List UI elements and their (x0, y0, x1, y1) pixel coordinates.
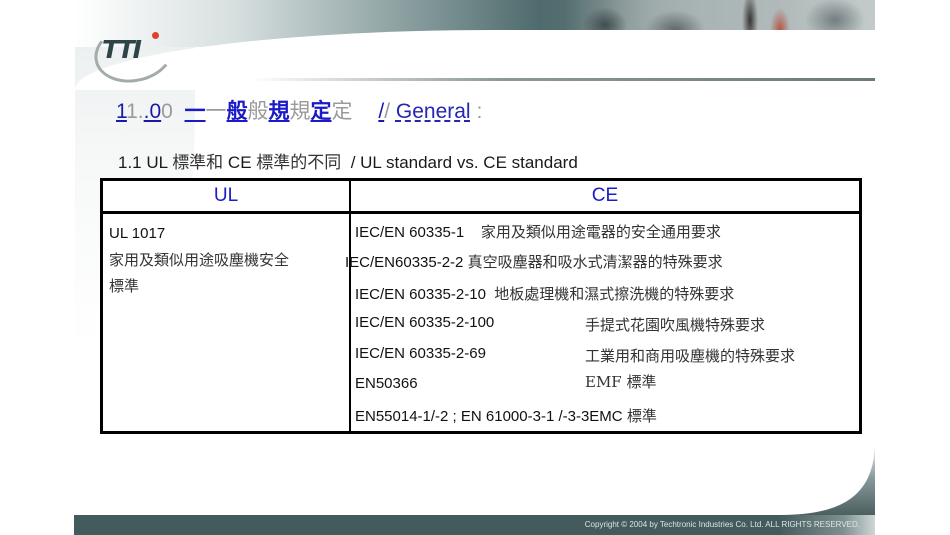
title-char-ghost: 規 (289, 99, 311, 123)
ce-desc: 工業用和商用吸塵機的特殊要求 (585, 347, 796, 365)
standards-table: UL CE UL 1017 家用及類似用途吸塵機安全 標準 IEC/EN 603… (100, 178, 862, 434)
ce-code: EN50366 (355, 375, 418, 392)
title-char: 一 (184, 98, 206, 123)
ce-row: IEC/EN 60335-1 家用及類似用途電器的安全通用要求 (355, 221, 721, 242)
title-number-2-ghost: 0 (161, 100, 173, 123)
ce-desc: 標準 (626, 407, 657, 425)
title-char-ghost: 定 (331, 99, 353, 123)
title-english: General (395, 100, 471, 123)
ce-desc: 手提式花園吹風機特殊要求 (585, 316, 766, 334)
ce-code: IEC/EN 60335-2-69 (355, 345, 486, 362)
title-number-ghost: 1. (126, 100, 144, 123)
header-divider (103, 211, 859, 214)
title-char: 定 (310, 98, 332, 123)
ce-desc: 真空吸塵器和吸水式清潔器的特殊要求 (467, 253, 723, 271)
ce-row: IEC/EN 60335-2-69 工業用和商用吸塵機的特殊要求 (355, 345, 795, 365)
subtitle-number: 1.1 UL (118, 153, 173, 172)
ce-row: IEC/EN 60335-2-10 地板處理機和濕式擦洗機的特殊要求 (355, 283, 734, 304)
ce-desc: 家用及類似用途電器的安全通用要求 (480, 223, 721, 241)
ce-desc: EMF 標準 (585, 373, 657, 391)
ce-row: IEC/EN 60335-2-100 手提式花園吹風機特殊要求 (355, 314, 765, 334)
ce-row: EN55014-1/-2 ; EN 61000-3-1 /-3-3EMC 標準 (355, 405, 657, 426)
ce-row: IEC/EN60335-2-2 真空吸塵器和吸水式清潔器的特殊要求 (345, 251, 723, 272)
ul-code: UL 1017 (109, 225, 166, 242)
subtitle-english: / UL standard vs. CE standard (341, 153, 578, 172)
ce-code: IEC/EN 60335-2-10 (355, 286, 486, 303)
title-colon: : (476, 100, 483, 123)
ce-row: EN50366 EMF 標準 (355, 373, 657, 392)
ce-code: IEC/EN60335-2-2 (345, 254, 464, 271)
page-title: 11..00 一一般般規規定定 // General : (116, 95, 482, 125)
header-ul: UL (213, 185, 239, 206)
header-rule (250, 78, 875, 81)
logo-text: TTI (102, 35, 142, 64)
title-char: 規 (268, 98, 290, 123)
ul-cell: UL 1017 家用及類似用途吸塵機安全 標準 (109, 221, 289, 299)
title-char-ghost: 般 (247, 99, 269, 123)
title-char-ghost: 一 (205, 99, 227, 123)
column-divider (349, 181, 351, 431)
ce-code: EN55014-1/-2 ; EN 61000-3-1 /-3-3EMC (355, 408, 623, 425)
title-number: 1 (116, 100, 127, 123)
header-ce: CE (591, 185, 619, 206)
ce-desc: 地板處理機和濕式擦洗機的特殊要求 (494, 285, 735, 303)
ul-desc-line-1: 家用及類似用途吸塵機安全 (109, 251, 290, 269)
ul-desc-line-2: 標準 (109, 277, 140, 295)
ce-code: IEC/EN 60335-1 (355, 224, 465, 241)
subtitle-mid: CE (223, 153, 257, 172)
title-char: 般 (226, 98, 248, 123)
subtitle-zh-1: 標準和 (172, 153, 224, 173)
copyright-text: Copyright © 2004 by Techtronic Industrie… (584, 520, 860, 529)
subtitle-zh-2: 標準的不同 (256, 153, 342, 173)
title-number-2: .0 (143, 100, 162, 123)
logo-dot-icon (152, 32, 159, 39)
tti-logo: TTI (88, 16, 180, 90)
ce-code: IEC/EN 60335-2-100 (355, 314, 495, 331)
footer-curve-decoration (780, 440, 875, 515)
title-separator-ghost: / (384, 100, 391, 123)
slide: TTI 11..00 一一般般規規定定 // General : 1.1 UL … (0, 0, 950, 535)
section-subtitle: 1.1 UL 標準和 CE 標準的不同 / UL standard vs. CE… (118, 148, 578, 173)
